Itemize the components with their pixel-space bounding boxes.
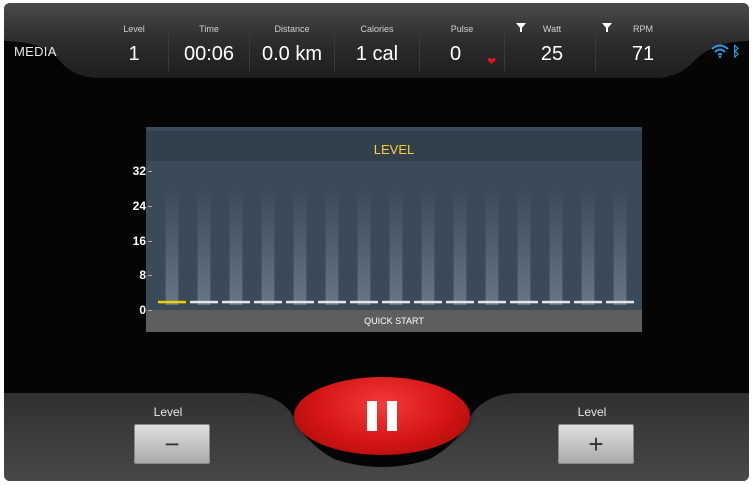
y-tick-label: 24 [132,198,146,213]
segment-column [389,187,403,305]
y-tick-mark [148,240,152,242]
stat-distance-label: Distance [274,24,310,34]
wifi-icon [711,44,729,58]
level-segment [542,300,570,304]
stat-watt-label: Watt [542,24,562,34]
y-tick-mark [148,171,152,172]
stat-calories-value: 1 cal [355,43,399,65]
segment-column [485,187,499,305]
level-up-label: Level [577,405,607,419]
divider [595,19,596,71]
level-segment [350,300,378,304]
y-tick-label: 16 [132,233,146,248]
stat-time-value: 00:06 [183,43,235,65]
stat-level: Level 1 [100,3,168,78]
level-up-button[interactable]: + [558,424,634,464]
level-segment [446,300,474,304]
level-segment [222,300,250,304]
level-segment [414,300,442,304]
y-tick-mark [148,205,152,207]
active-level-segment [158,300,186,304]
segment-column [421,187,435,305]
stat-watt: Watt 25 [509,3,595,78]
level-segment [190,300,218,304]
media-button[interactable]: MEDIA [14,44,57,59]
level-segment [318,300,346,304]
bluetooth-icon: ᛒ [732,43,741,59]
level-segment [382,300,410,304]
plus-icon: + [588,429,604,459]
stat-rpm-value: 71 [631,43,655,65]
y-tick-label: 8 [139,268,146,283]
level-segment [510,300,538,304]
level-down-label: Level [153,405,183,419]
stat-calories-label: Calories [360,24,394,34]
segment-column [581,187,595,305]
segment-column [325,187,339,305]
stat-level-value: 1 [128,43,140,65]
stat-pulse-label: Pulse [450,24,474,34]
stat-calories: Calories 1 cal [335,3,419,78]
treadmill-screen: MEDIA Level 1 Time 00:06 Distance 0.0 km… [4,3,749,481]
stat-watt-value: 25 [540,43,564,65]
segment-column [197,187,211,305]
y-tick-mark [148,310,152,311]
segment-column [165,187,179,305]
level-segment [286,300,314,304]
stat-rpm-label: RPM [633,24,653,34]
divider [504,19,505,71]
pause-icon [367,401,397,431]
segment-column [517,187,531,305]
y-tick-label: 32 [132,164,146,178]
stat-level-label: Level [123,24,145,34]
program-label: QUICK START [364,316,424,326]
segment-column [453,187,467,305]
segment-column [613,187,627,305]
segment-column [293,187,307,305]
heart-icon: ❤ [487,56,497,68]
chart-bars [158,187,634,305]
y-tick-label: 0 [139,303,146,317]
level-segment [574,300,602,304]
segment-column [357,187,371,305]
level-chart: LEVEL QUICK START [146,127,642,332]
segment-column [229,187,243,305]
segment-column [261,187,275,305]
segment-column [549,187,563,305]
level-segment [606,300,634,304]
stat-time: Time 00:06 [169,3,249,78]
level-segment [478,300,506,304]
minus-icon: − [164,429,180,459]
y-axis-ticks: 0 8 16 24 32 [114,158,152,318]
level-down-button[interactable]: − [134,424,210,464]
stat-rpm: RPM 71 [598,3,688,78]
stat-distance-value: 0.0 km [261,43,323,65]
program-footer: QUICK START [146,310,642,332]
stat-distance: Distance 0.0 km [250,3,334,78]
pause-button[interactable] [294,377,470,455]
y-tick-mark [148,275,152,277]
level-segment [254,300,282,304]
stat-time-label: Time [199,24,219,34]
